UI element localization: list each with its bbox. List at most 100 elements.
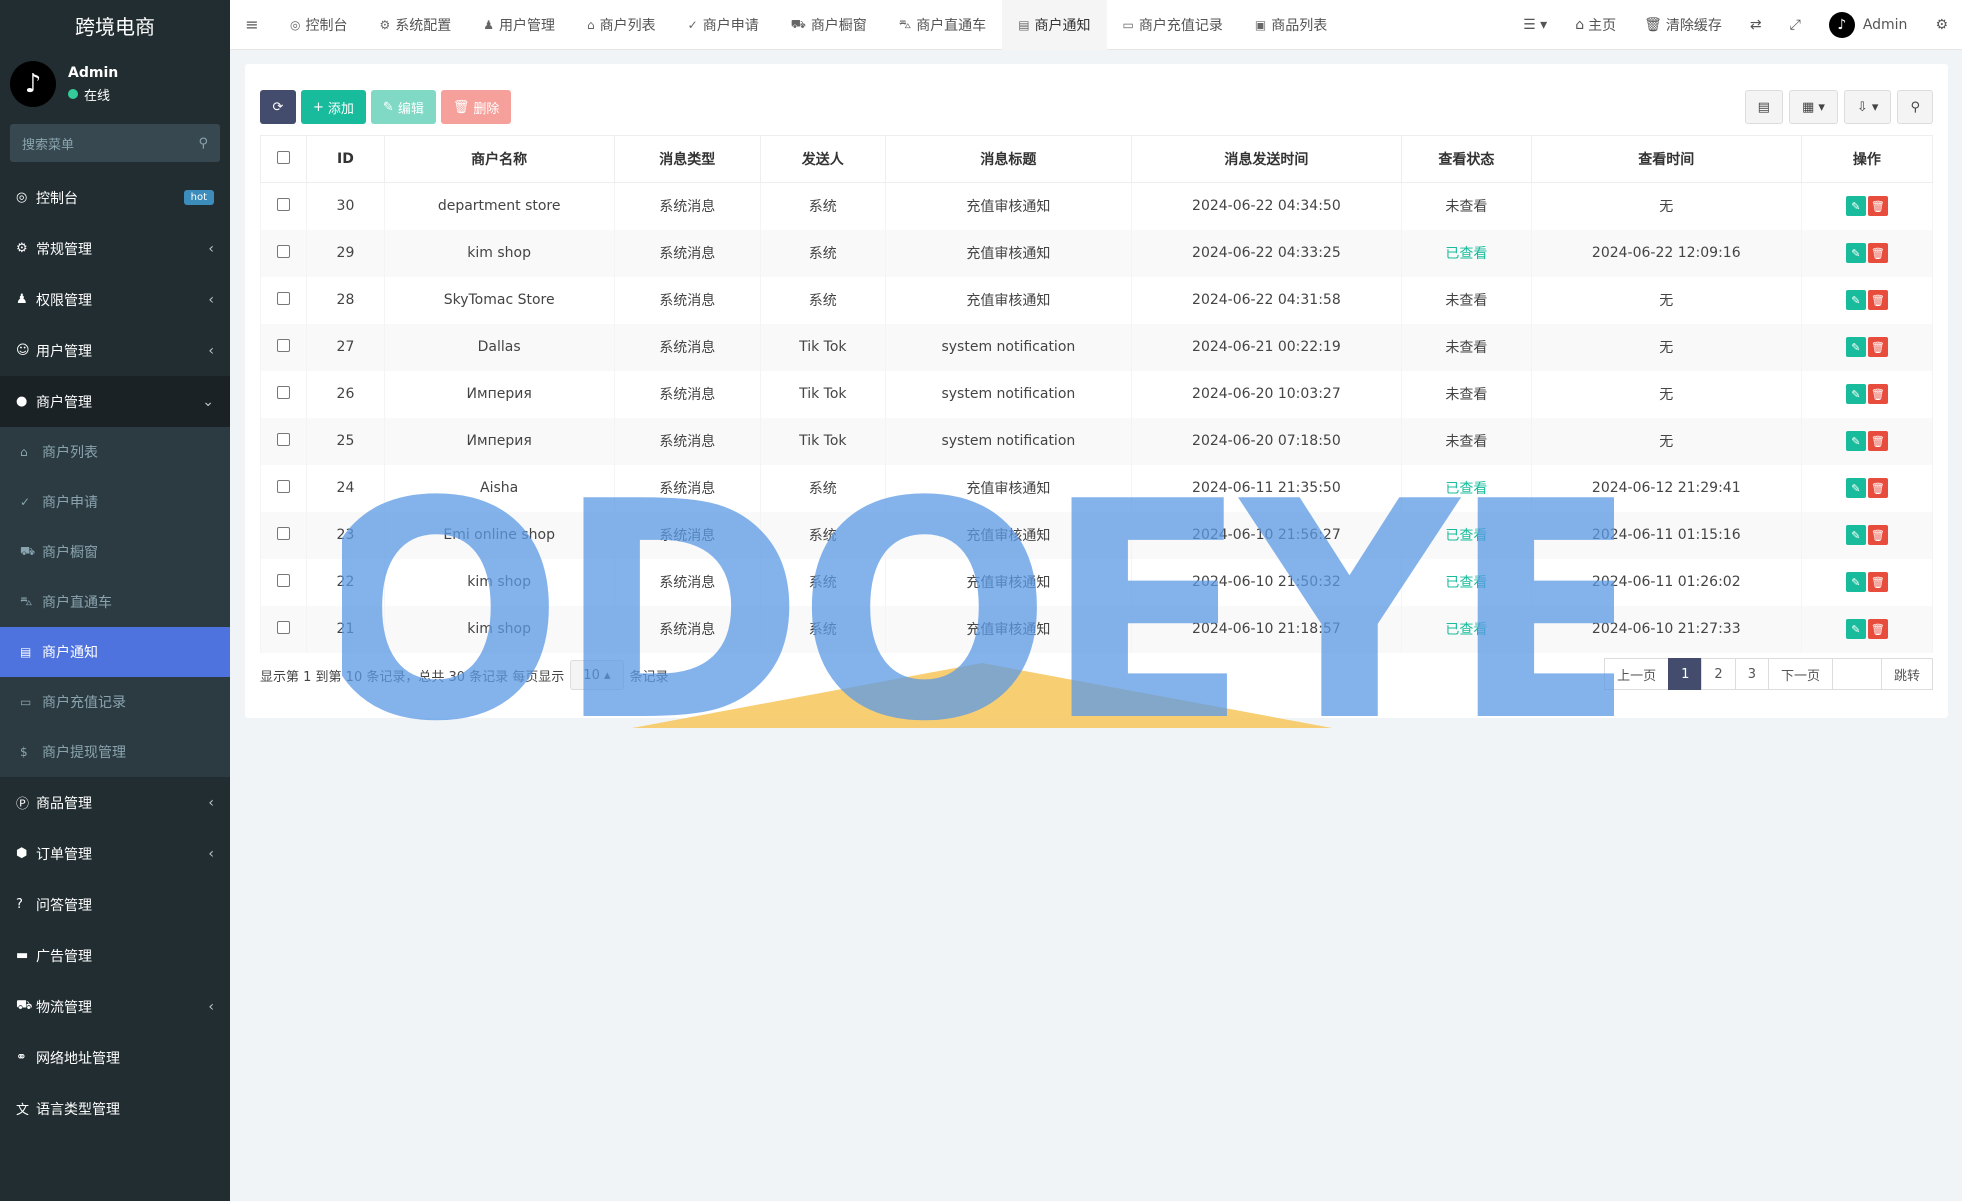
row-delete-icon[interactable]: 🗑 <box>1867 619 1888 639</box>
sidebar-item-language[interactable]: 文语言类型管理 <box>0 1083 230 1134</box>
sidebar-item-goods[interactable]: Ⓟ 商品管理 ‹ <box>0 777 230 828</box>
sidebar-item-merchant-showcase[interactable]: ⛟ 商户橱窗 <box>0 527 230 577</box>
row-edit-icon[interactable]: ✎ <box>1845 431 1866 451</box>
row-checkbox[interactable] <box>259 558 308 606</box>
tab-dashboard[interactable]: ◎ 控制台 <box>274 0 363 50</box>
status-text: 未查看 <box>1400 323 1532 371</box>
list-dropdown-icon[interactable]: ☰ ▾ <box>1509 17 1561 33</box>
sidebar-item-qa[interactable]: ? 问答管理 <box>0 879 230 930</box>
row-checkbox[interactable] <box>259 370 308 418</box>
sidebar-item-orders[interactable]: ⬢ 订单管理 ‹ <box>0 828 230 879</box>
prev-page-button[interactable]: 上一页 <box>1604 658 1670 690</box>
row-delete-icon[interactable]: 🗑 <box>1867 337 1888 357</box>
sidebar-item-merchants[interactable]: ● 商户管理 ⌄ <box>0 376 230 427</box>
page-1-button[interactable]: 1 <box>1668 658 1703 690</box>
row-delete-icon[interactable]: 🗑 <box>1867 196 1888 217</box>
row-checkbox[interactable] <box>259 182 308 230</box>
row-delete-icon[interactable]: 🗑 <box>1867 478 1888 498</box>
tab-goods-list[interactable]: ▣ 商品列表 <box>1239 0 1343 50</box>
translate-icon[interactable]: ⇄ <box>1736 17 1776 33</box>
sidebar-item-merchant-withdraw[interactable]: $ 商户提现管理 <box>0 727 230 777</box>
col-sender[interactable]: 发送人 <box>759 135 886 183</box>
tab-merchant-notice[interactable]: ▤ 商户通知 <box>1002 0 1107 50</box>
sidebar-item-network[interactable]: ⚭ 网络地址管理 <box>0 1032 230 1083</box>
row-checkbox[interactable] <box>259 464 308 512</box>
col-message-title[interactable]: 消息标题 <box>884 135 1132 183</box>
sidebar-item-merchant-list[interactable]: ⌂ 商户列表 <box>0 427 230 477</box>
col-message-type[interactable]: 消息类型 <box>613 135 761 183</box>
row-edit-icon[interactable]: ✎ <box>1845 384 1866 404</box>
page-2-button[interactable]: 2 <box>1701 658 1736 690</box>
row-checkbox[interactable] <box>259 417 308 465</box>
row-checkbox[interactable] <box>259 323 308 371</box>
search-icon[interactable]: ⚲ <box>198 136 208 151</box>
page-3-button[interactable]: 3 <box>1734 658 1769 690</box>
sidebar-item-merchant-notice[interactable]: ▤ 商户通知 <box>0 627 230 677</box>
row-checkbox[interactable] <box>259 229 308 277</box>
tab-merchant-express[interactable]: ⛍ 商户直通车 <box>883 0 1002 50</box>
select-all-checkbox[interactable] <box>259 135 308 183</box>
tab-merchant-recharge[interactable]: ▭ 商户充值记录 <box>1107 0 1239 50</box>
col-send-time[interactable]: 消息发送时间 <box>1130 135 1402 183</box>
row-edit-icon[interactable]: ✎ <box>1845 525 1866 545</box>
sidebar-item-merchant-express[interactable]: ⛍ 商户直通车 <box>0 577 230 627</box>
col-id[interactable]: ID <box>306 135 385 183</box>
fullscreen-icon[interactable]: ⤢ <box>1776 17 1815 33</box>
sidebar-item-merchant-apply[interactable]: ✓ 商户申请 <box>0 477 230 527</box>
admin-menu[interactable]: ♪ Admin <box>1815 11 1922 38</box>
tab-merchant-apply[interactable]: ✓ 商户申请 <box>672 0 775 50</box>
row-delete-icon[interactable]: 🗑 <box>1867 431 1888 451</box>
row-delete-icon[interactable]: 🗑 <box>1867 290 1888 310</box>
row-edit-icon[interactable]: ✎ <box>1845 572 1866 592</box>
edit-button[interactable]: ✎ 编辑 <box>370 90 436 124</box>
tab-merchant-showcase[interactable]: ⛟ 商户橱窗 <box>775 0 883 50</box>
sidebar-item-users[interactable]: ☺ 用户管理 ‹ <box>0 325 230 376</box>
jump-button[interactable]: 跳转 <box>1880 658 1933 690</box>
jump-page-input[interactable] <box>1831 658 1882 690</box>
col-view-time[interactable]: 查看时间 <box>1530 135 1802 183</box>
row-edit-icon[interactable]: ✎ <box>1845 478 1866 498</box>
row-delete-icon[interactable]: 🗑 <box>1867 243 1888 263</box>
search-icon[interactable]: ⚲ <box>1897 90 1933 124</box>
sidebar-item-dashboard[interactable]: ◎ 控制台 hot <box>0 172 230 223</box>
sidebar-item-merchant-recharge[interactable]: ▭ 商户充值记录 <box>0 677 230 727</box>
export-dropdown-icon[interactable]: ⇩ ▾ <box>1843 90 1892 124</box>
clear-cache-button[interactable]: 🗑 清除缓存 <box>1630 15 1736 35</box>
tab-merchant-list[interactable]: ⌂ 商户列表 <box>571 0 672 50</box>
sidebar-menu-2: Ⓟ 商品管理 ‹ ⬢ 订单管理 ‹ ? 问答管理 ▬ 广告管理 ⛟ 物流管理 ‹ ⚭ 网络地址管理… <box>0 777 230 1134</box>
row-delete-icon[interactable]: 🗑 <box>1867 384 1888 404</box>
bag-icon: ▣ <box>1254 17 1267 32</box>
sidebar-item-general[interactable]: ⚙ 常规管理 ‹ <box>0 223 230 274</box>
sidebar-item-ads[interactable]: ▬ 广告管理 <box>0 930 230 981</box>
row-delete-icon[interactable]: 🗑 <box>1867 572 1888 592</box>
sidebar-search-input[interactable]: 搜索菜单 ⚲ <box>10 124 220 162</box>
next-page-button[interactable]: 下一页 <box>1767 658 1833 690</box>
tab-system-config[interactable]: ⚙ 系统配置 <box>363 0 467 50</box>
settings-gear-icon[interactable]: ⚙ <box>1921 17 1962 33</box>
cart-icon: ⛟ <box>790 16 806 31</box>
columns-dropdown-icon[interactable]: ▦ ▾ <box>1788 90 1838 124</box>
row-checkbox[interactable] <box>259 511 308 559</box>
brand-title[interactable]: 跨境电商 <box>0 0 230 50</box>
row-edit-icon[interactable]: ✎ <box>1845 619 1866 639</box>
sidebar-item-auth[interactable]: ♟ 权限管理 ‹ <box>0 274 230 325</box>
row-edit-icon[interactable]: ✎ <box>1845 290 1866 310</box>
col-merchant-name[interactable]: 商户名称 <box>383 135 615 183</box>
notice-icon: ▤ <box>20 645 32 659</box>
row-edit-icon[interactable]: ✎ <box>1845 243 1866 263</box>
col-view-status[interactable]: 查看状态 <box>1400 135 1532 183</box>
row-checkbox[interactable] <box>259 605 308 653</box>
page-size-select[interactable]: 10 ▴ <box>570 660 624 690</box>
delete-button[interactable]: 🗑 删除 <box>440 90 512 124</box>
row-checkbox[interactable] <box>259 276 308 324</box>
row-edit-icon[interactable]: ✎ <box>1845 337 1866 357</box>
menu-toggle-icon[interactable]: ≡ <box>230 15 274 34</box>
row-delete-icon[interactable]: 🗑 <box>1867 525 1888 545</box>
row-edit-icon[interactable]: ✎ <box>1845 196 1866 217</box>
refresh-button[interactable]: ⟳ <box>260 90 296 124</box>
toggle-view-icon[interactable]: ▤ <box>1744 90 1783 124</box>
tab-user-manage[interactable]: ♟ 用户管理 <box>467 0 571 50</box>
sidebar-item-logistics[interactable]: ⛟ 物流管理 ‹ <box>0 981 230 1032</box>
home-link[interactable]: ⌂ 主页 <box>1561 15 1630 35</box>
add-button[interactable]: + 添加 <box>301 90 366 124</box>
